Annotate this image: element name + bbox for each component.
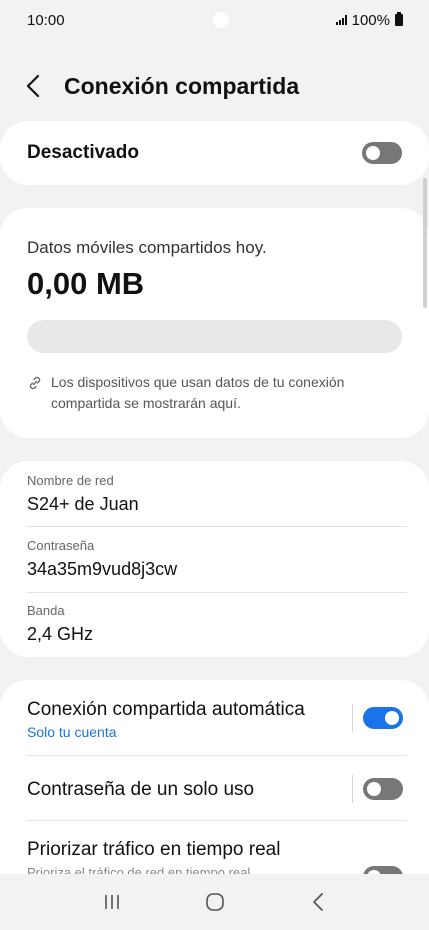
network-band-value: 2,4 GHz — [27, 624, 94, 644]
network-password-value: 34a35m9vud8j3cw — [27, 559, 178, 579]
battery-percent: 100% — [351, 11, 390, 29]
one-time-password-toggle[interactable] — [363, 778, 403, 800]
system-nav-bar — [0, 874, 429, 930]
home-icon — [205, 893, 224, 911]
app-header: Conexión compartida — [0, 64, 429, 108]
recents-button[interactable] — [92, 882, 132, 922]
separator — [352, 704, 353, 732]
status-time: 10:00 — [27, 11, 65, 29]
master-switch-card[interactable]: Desactivado — [0, 121, 429, 185]
divider — [27, 755, 407, 756]
signal-icon — [335, 15, 347, 25]
divider — [27, 526, 407, 527]
scrollbar[interactable] — [423, 178, 427, 308]
toggle-knob — [385, 711, 399, 725]
link-icon — [29, 376, 41, 390]
usage-label: Datos móviles compartidos hoy. — [27, 238, 267, 257]
page-title: Conexión compartida — [64, 72, 300, 99]
chevron-left-icon — [26, 74, 40, 98]
usage-info-text: Los dispositivos que usan datos de tu co… — [51, 374, 345, 411]
setting-subtitle: Solo tu cuenta — [27, 724, 117, 740]
setting-prioritize-traffic[interactable]: Priorizar tráfico en tiempo real Prioriz… — [0, 830, 429, 876]
setting-title: Contraseña de un solo uso — [27, 779, 255, 800]
back-icon — [312, 893, 323, 911]
auto-hotspot-toggle[interactable] — [363, 707, 403, 729]
network-band-label: Banda — [27, 603, 65, 618]
divider — [27, 592, 407, 593]
back-button[interactable] — [26, 74, 46, 98]
battery-icon — [395, 12, 403, 26]
camera-cutout — [212, 12, 229, 28]
separator — [352, 775, 353, 803]
home-button[interactable] — [195, 882, 235, 922]
usage-value: 0,00 MB — [27, 266, 145, 301]
network-name-value: S24+ de Juan — [27, 494, 139, 514]
usage-progress-bar — [27, 320, 402, 353]
status-indicators: 100% — [335, 11, 403, 29]
setting-title: Conexión compartida automática — [27, 699, 305, 720]
master-switch-label: Desactivado — [27, 142, 139, 163]
setting-title: Priorizar tráfico en tiempo real — [27, 839, 281, 860]
toggle-knob — [366, 146, 380, 160]
network-name-label: Nombre de red — [27, 473, 114, 488]
toggle-knob — [367, 782, 381, 796]
recents-icon — [104, 895, 119, 909]
usage-info: Los dispositivos que usan datos de tu co… — [27, 372, 389, 414]
nav-back-button[interactable] — [298, 882, 338, 922]
divider — [27, 820, 407, 821]
network-password-label: Contraseña — [27, 538, 95, 553]
master-toggle[interactable] — [362, 142, 402, 164]
